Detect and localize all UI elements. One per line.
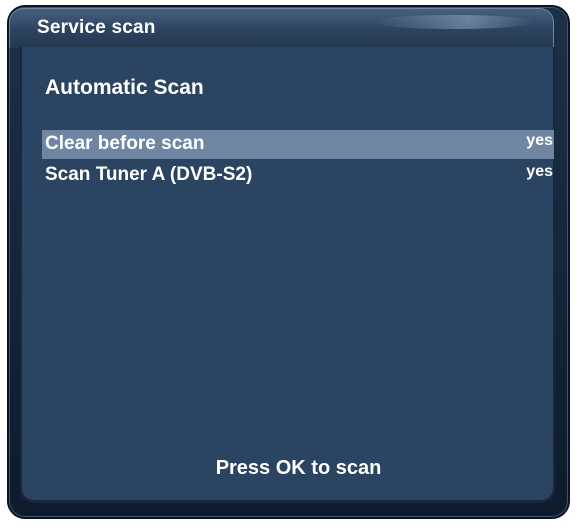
footer-hint: Press OK to scan <box>0 457 577 480</box>
option-clear-before-scan[interactable]: Clear before scan yes <box>42 130 554 159</box>
option-value: yes <box>526 132 553 149</box>
window-title: Service scan <box>37 17 156 38</box>
footer-hint-text: Press OK to scan <box>215 457 382 479</box>
option-scan-tuner-a[interactable]: Scan Tuner A (DVB-S2) yes <box>42 161 554 190</box>
option-label: Clear before scan <box>45 133 205 154</box>
option-value: yes <box>526 163 553 180</box>
option-label: Scan Tuner A (DVB-S2) <box>45 164 253 185</box>
content-panel <box>20 47 555 503</box>
page-heading: Automatic Scan <box>45 76 204 99</box>
